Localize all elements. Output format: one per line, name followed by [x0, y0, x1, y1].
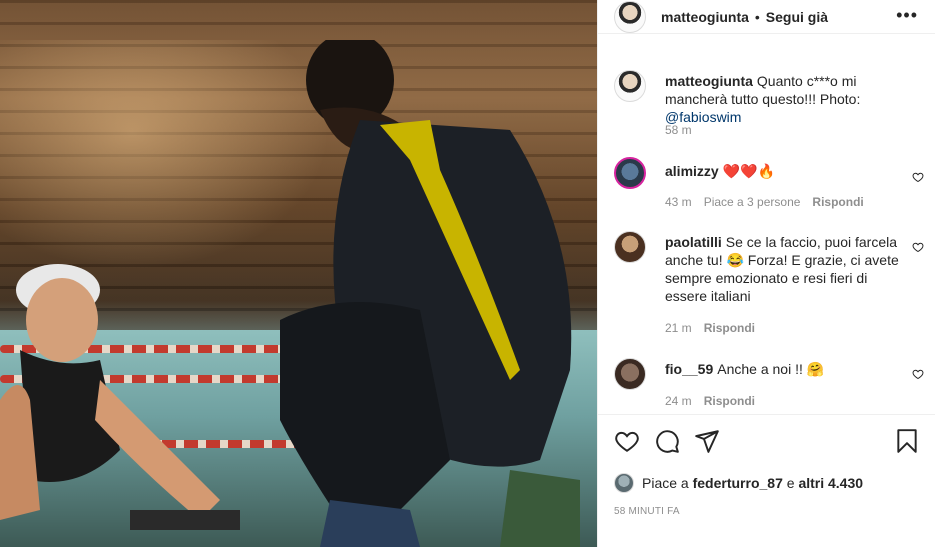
share-icon[interactable] — [694, 428, 720, 454]
comment-text: paolatilli Se ce la faccio, puoi farcela … — [665, 233, 905, 305]
post-photo[interactable] — [0, 0, 597, 547]
comment-meta: 58 m — [665, 123, 704, 137]
comment-text: alimizzy ❤️❤️🔥 — [665, 162, 905, 180]
comments-list: matteogiunta Quanto c***o mi mancherà tut… — [598, 58, 935, 414]
post-side-panel: matteogiunta • Segui già ••• matteogiunt… — [597, 0, 935, 547]
more-icon[interactable]: ••• — [896, 6, 918, 24]
comment-meta: 24 m Rispondi — [665, 394, 767, 408]
heart-icon[interactable] — [614, 428, 640, 454]
author-username[interactable]: matteogiunta — [661, 9, 749, 25]
commenter-avatar[interactable] — [614, 231, 646, 263]
comment-item: paolatilli Se ce la faccio, puoi farcela … — [614, 231, 924, 341]
author-avatar[interactable] — [614, 70, 646, 102]
comment-meta: 21 m Rispondi — [665, 321, 767, 335]
heart-outline-icon[interactable] — [912, 241, 924, 253]
comment-item: alimizzy ❤️❤️🔥 43 m Piace a 3 persone Rispo… — [614, 157, 924, 217]
likes-summary: Piace a federturro_87 e altri 4.430 — [614, 472, 863, 494]
post-actions-bar — [598, 428, 935, 456]
likes-others-count[interactable]: altri 4.430 — [798, 475, 863, 491]
reply-button[interactable]: Rispondi — [704, 321, 755, 335]
liker-username[interactable]: federturro_87 — [693, 475, 783, 491]
comment-username[interactable]: fio__59 — [665, 361, 713, 377]
comment-body: ❤️❤️🔥 — [722, 163, 775, 179]
comment-like-count[interactable]: Piace a 3 persone — [704, 195, 801, 209]
heart-outline-icon[interactable] — [912, 368, 924, 380]
commenter-avatar[interactable] — [614, 358, 646, 390]
author-avatar[interactable] — [614, 0, 646, 33]
comment-meta: 43 m Piace a 3 persone Rispondi — [665, 195, 876, 209]
bookmark-icon[interactable] — [894, 428, 920, 454]
reply-button[interactable]: Rispondi — [812, 195, 863, 209]
likes-middle: e — [786, 475, 795, 491]
post-time-ago[interactable]: 58 MINUTI FA — [614, 506, 680, 517]
heart-outline-icon[interactable] — [912, 171, 924, 183]
comment-time[interactable]: 21 m — [665, 321, 692, 335]
comment-item: fio__59 Anche a noi !! 🤗 24 m Rispondi — [614, 358, 924, 410]
caption-comment: matteogiunta Quanto c***o mi mancherà tut… — [614, 70, 924, 150]
photo-coach-figure — [280, 40, 580, 547]
comment-username[interactable]: paolatilli — [665, 234, 722, 250]
post-header: matteogiunta • Segui già ••• — [598, 0, 935, 34]
comment-time[interactable]: 24 m — [665, 394, 692, 408]
follow-status-button[interactable]: Segui già — [766, 9, 828, 25]
likes-prefix: Piace a — [642, 475, 689, 491]
section-divider — [598, 414, 935, 415]
comment-icon[interactable] — [654, 428, 680, 454]
comment-text: fio__59 Anche a noi !! 🤗 — [665, 360, 905, 378]
comment-time[interactable]: 58 m — [665, 123, 692, 137]
comment-time[interactable]: 43 m — [665, 195, 692, 209]
comment-body: Anche a noi !! 🤗 — [717, 361, 825, 377]
commenter-avatar[interactable] — [614, 157, 646, 189]
separator-dot: • — [754, 8, 760, 25]
caption-text: matteogiunta Quanto c***o mi mancherà tut… — [665, 72, 905, 126]
liker-avatar[interactable] — [614, 473, 634, 493]
comment-username[interactable]: matteogiunta — [665, 73, 753, 89]
photo-swimmer-figure — [0, 264, 240, 530]
reply-button[interactable]: Rispondi — [704, 394, 755, 408]
comment-username[interactable]: alimizzy — [665, 163, 719, 179]
